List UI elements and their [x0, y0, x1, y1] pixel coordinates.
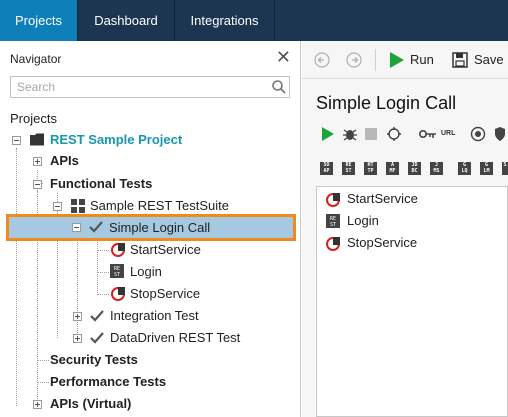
- projects-section-label: Projects: [10, 111, 57, 126]
- http-step-icon[interactable]: HT TP: [364, 162, 377, 175]
- collapse-toggle[interactable]: [72, 223, 81, 232]
- list-item[interactable]: StartService: [347, 190, 418, 208]
- tree-test-case[interactable]: Simple Login Call: [109, 218, 210, 238]
- expand-toggle[interactable]: [73, 312, 82, 321]
- collapse-toggle[interactable]: [53, 202, 62, 211]
- tree-functional-tests[interactable]: Functional Tests: [50, 174, 152, 194]
- expand-toggle[interactable]: [33, 157, 42, 166]
- tree-security-tests[interactable]: Security Tests: [50, 350, 138, 370]
- bug-icon[interactable]: [342, 126, 358, 142]
- editor-panel: Run Save Simple Login Call URL SO AP RE ST…: [302, 41, 508, 417]
- key-icon[interactable]: [419, 129, 437, 139]
- selected-tree-item[interactable]: Simple Login Call: [6, 214, 296, 241]
- tree-step[interactable]: Login: [130, 262, 162, 282]
- start-service-icon: [111, 243, 125, 257]
- expand-toggle[interactable]: [73, 334, 82, 343]
- collapse-toggle[interactable]: [12, 136, 21, 145]
- tree-step[interactable]: StartService: [130, 240, 201, 260]
- run-icon[interactable]: [388, 51, 406, 69]
- jms-step-icon[interactable]: J MS: [430, 162, 443, 175]
- save-button[interactable]: Save: [474, 51, 504, 69]
- more-step-icon[interactable]: S: [502, 162, 508, 175]
- test-case-title: Simple Login Call: [316, 93, 457, 113]
- stop-icon[interactable]: [365, 128, 377, 140]
- save-icon[interactable]: [452, 52, 468, 68]
- tree-project[interactable]: REST Sample Project: [50, 130, 182, 150]
- rest-step-icon[interactable]: RE ST: [342, 162, 355, 175]
- tree-integration-test[interactable]: Integration Test: [110, 306, 199, 326]
- tree-step[interactable]: StopService: [130, 284, 200, 304]
- gauge-icon[interactable]: [470, 126, 486, 142]
- close-icon[interactable]: ✕: [276, 47, 291, 68]
- stop-service-icon: [111, 287, 125, 301]
- back-arrow-icon[interactable]: [314, 52, 330, 68]
- folder-icon: [30, 133, 44, 146]
- test-steps-list: StartService RE ST Login StopService: [316, 186, 508, 417]
- test-suite-icon: [71, 199, 85, 213]
- run-button[interactable]: Run: [410, 51, 434, 69]
- list-item[interactable]: StopService: [347, 234, 417, 252]
- rest-request-icon: RE ST: [110, 264, 124, 278]
- amf-step-icon[interactable]: A MF: [386, 162, 399, 175]
- shield-icon[interactable]: [494, 126, 506, 142]
- start-service-icon: [326, 193, 340, 207]
- jdbc-step-icon[interactable]: JD BC: [408, 162, 421, 175]
- check-icon: [89, 221, 103, 233]
- graphql-mock-step-icon[interactable]: G LM: [480, 162, 493, 175]
- tree-datadriven-test[interactable]: DataDriven REST Test: [110, 328, 240, 348]
- top-tab-bar: Projects Dashboard Integrations: [0, 0, 508, 41]
- rest-request-icon: RE ST: [326, 214, 340, 228]
- soap-step-icon[interactable]: SO AP: [320, 162, 333, 175]
- svg-text:ST: ST: [114, 272, 120, 278]
- stop-service-icon: [326, 237, 340, 251]
- check-icon: [90, 332, 104, 344]
- navigator-panel: Navigator ✕ Projects REST Sample Project…: [0, 41, 301, 417]
- tab-projects[interactable]: Projects: [0, 0, 78, 41]
- url-label[interactable]: URL: [441, 130, 455, 137]
- navigator-title: Navigator: [10, 52, 62, 66]
- check-icon: [90, 310, 104, 322]
- search-input[interactable]: [10, 76, 290, 98]
- forward-arrow-icon[interactable]: [346, 52, 362, 68]
- search-icon[interactable]: [271, 79, 287, 95]
- collapse-toggle[interactable]: [33, 180, 42, 189]
- navigator-header: Navigator ✕: [0, 41, 301, 75]
- play-icon[interactable]: [322, 127, 334, 141]
- tree-apis-virtual[interactable]: APIs (Virtual): [50, 394, 131, 414]
- list-item[interactable]: Login: [347, 212, 379, 230]
- tab-dashboard[interactable]: Dashboard: [78, 0, 175, 41]
- tree-apis[interactable]: APIs: [50, 151, 79, 171]
- tree-performance-tests[interactable]: Performance Tests: [50, 372, 166, 392]
- tab-integrations[interactable]: Integrations: [175, 0, 275, 41]
- target-icon[interactable]: [386, 126, 402, 142]
- expand-toggle[interactable]: [33, 400, 42, 409]
- svg-text:ST: ST: [330, 222, 336, 228]
- tree-suite[interactable]: Sample REST TestSuite: [90, 196, 229, 216]
- editor-toolbar: Run Save: [302, 41, 508, 79]
- graphql-step-icon[interactable]: G LQ: [458, 162, 471, 175]
